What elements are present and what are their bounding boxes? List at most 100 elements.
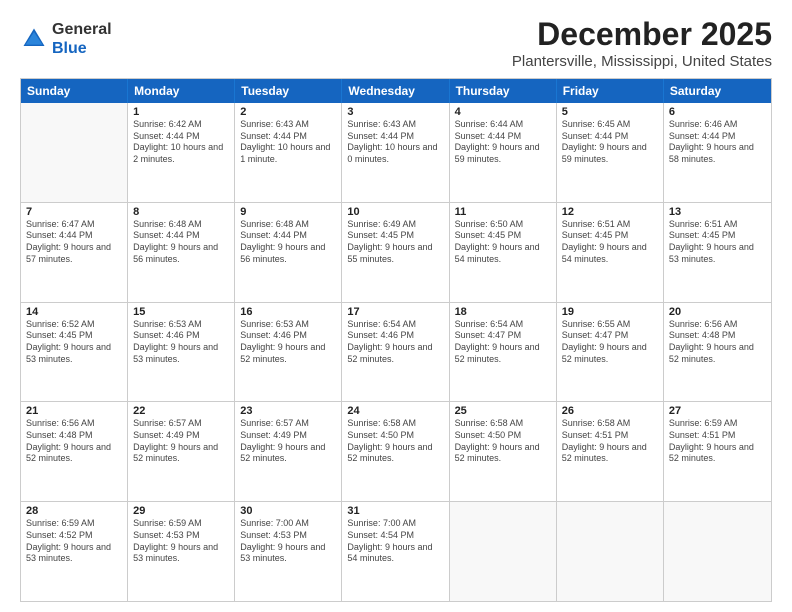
cell-day-number: 29 xyxy=(133,505,229,517)
cell-day-number: 1 xyxy=(133,106,229,118)
header: General Blue December 2025 Plantersville… xyxy=(20,16,772,70)
cell-info: Sunrise: 6:43 AM Sunset: 4:44 PM Dayligh… xyxy=(240,119,336,166)
logo: General Blue xyxy=(20,20,112,58)
calendar-cell: 5Sunrise: 6:45 AM Sunset: 4:44 PM Daylig… xyxy=(557,103,664,202)
cell-info: Sunrise: 6:45 AM Sunset: 4:44 PM Dayligh… xyxy=(562,119,658,166)
calendar-cell xyxy=(557,502,664,601)
cell-day-number: 7 xyxy=(26,206,122,218)
calendar-cell: 19Sunrise: 6:55 AM Sunset: 4:47 PM Dayli… xyxy=(557,303,664,402)
calendar-cell xyxy=(664,502,771,601)
calendar-cell: 28Sunrise: 6:59 AM Sunset: 4:52 PM Dayli… xyxy=(21,502,128,601)
calendar-row-1: 7Sunrise: 6:47 AM Sunset: 4:44 PM Daylig… xyxy=(21,202,771,302)
calendar-cell: 13Sunrise: 6:51 AM Sunset: 4:45 PM Dayli… xyxy=(664,203,771,302)
calendar-cell: 14Sunrise: 6:52 AM Sunset: 4:45 PM Dayli… xyxy=(21,303,128,402)
calendar-row-2: 14Sunrise: 6:52 AM Sunset: 4:45 PM Dayli… xyxy=(21,302,771,402)
header-day-wednesday: Wednesday xyxy=(342,79,449,103)
cell-day-number: 31 xyxy=(347,505,443,517)
cell-day-number: 2 xyxy=(240,106,336,118)
header-day-friday: Friday xyxy=(557,79,664,103)
cell-info: Sunrise: 6:50 AM Sunset: 4:45 PM Dayligh… xyxy=(455,219,551,266)
cell-info: Sunrise: 6:48 AM Sunset: 4:44 PM Dayligh… xyxy=(133,219,229,266)
header-day-thursday: Thursday xyxy=(450,79,557,103)
cell-info: Sunrise: 6:59 AM Sunset: 4:52 PM Dayligh… xyxy=(26,518,122,565)
cell-day-number: 8 xyxy=(133,206,229,218)
cell-info: Sunrise: 6:57 AM Sunset: 4:49 PM Dayligh… xyxy=(240,418,336,465)
cell-day-number: 16 xyxy=(240,306,336,318)
cell-day-number: 27 xyxy=(669,405,766,417)
calendar-cell: 30Sunrise: 7:00 AM Sunset: 4:53 PM Dayli… xyxy=(235,502,342,601)
header-day-saturday: Saturday xyxy=(664,79,771,103)
cell-info: Sunrise: 6:58 AM Sunset: 4:50 PM Dayligh… xyxy=(347,418,443,465)
cell-day-number: 12 xyxy=(562,206,658,218)
main-title: December 2025 xyxy=(512,16,772,53)
cell-day-number: 26 xyxy=(562,405,658,417)
calendar-cell: 11Sunrise: 6:50 AM Sunset: 4:45 PM Dayli… xyxy=(450,203,557,302)
calendar-cell: 3Sunrise: 6:43 AM Sunset: 4:44 PM Daylig… xyxy=(342,103,449,202)
calendar-cell: 4Sunrise: 6:44 AM Sunset: 4:44 PM Daylig… xyxy=(450,103,557,202)
cell-day-number: 30 xyxy=(240,505,336,517)
calendar-cell: 31Sunrise: 7:00 AM Sunset: 4:54 PM Dayli… xyxy=(342,502,449,601)
cell-info: Sunrise: 6:53 AM Sunset: 4:46 PM Dayligh… xyxy=(133,319,229,366)
cell-info: Sunrise: 6:46 AM Sunset: 4:44 PM Dayligh… xyxy=(669,119,766,166)
cell-day-number: 20 xyxy=(669,306,766,318)
calendar-body: 1Sunrise: 6:42 AM Sunset: 4:44 PM Daylig… xyxy=(21,103,771,601)
calendar-cell: 12Sunrise: 6:51 AM Sunset: 4:45 PM Dayli… xyxy=(557,203,664,302)
cell-info: Sunrise: 6:51 AM Sunset: 4:45 PM Dayligh… xyxy=(669,219,766,266)
header-day-monday: Monday xyxy=(128,79,235,103)
calendar-cell: 7Sunrise: 6:47 AM Sunset: 4:44 PM Daylig… xyxy=(21,203,128,302)
cell-info: Sunrise: 7:00 AM Sunset: 4:53 PM Dayligh… xyxy=(240,518,336,565)
calendar-row-0: 1Sunrise: 6:42 AM Sunset: 4:44 PM Daylig… xyxy=(21,103,771,202)
calendar-cell: 24Sunrise: 6:58 AM Sunset: 4:50 PM Dayli… xyxy=(342,402,449,501)
calendar-cell xyxy=(450,502,557,601)
logo-general-text: General xyxy=(52,21,112,38)
cell-info: Sunrise: 6:58 AM Sunset: 4:51 PM Dayligh… xyxy=(562,418,658,465)
calendar-cell: 22Sunrise: 6:57 AM Sunset: 4:49 PM Dayli… xyxy=(128,402,235,501)
cell-info: Sunrise: 6:59 AM Sunset: 4:51 PM Dayligh… xyxy=(669,418,766,465)
calendar-cell: 23Sunrise: 6:57 AM Sunset: 4:49 PM Dayli… xyxy=(235,402,342,501)
cell-day-number: 3 xyxy=(347,106,443,118)
calendar-cell: 29Sunrise: 6:59 AM Sunset: 4:53 PM Dayli… xyxy=(128,502,235,601)
cell-day-number: 15 xyxy=(133,306,229,318)
cell-info: Sunrise: 6:42 AM Sunset: 4:44 PM Dayligh… xyxy=(133,119,229,166)
header-day-tuesday: Tuesday xyxy=(235,79,342,103)
cell-day-number: 19 xyxy=(562,306,658,318)
cell-day-number: 10 xyxy=(347,206,443,218)
calendar-cell: 17Sunrise: 6:54 AM Sunset: 4:46 PM Dayli… xyxy=(342,303,449,402)
cell-info: Sunrise: 6:52 AM Sunset: 4:45 PM Dayligh… xyxy=(26,319,122,366)
cell-info: Sunrise: 6:55 AM Sunset: 4:47 PM Dayligh… xyxy=(562,319,658,366)
cell-info: Sunrise: 6:59 AM Sunset: 4:53 PM Dayligh… xyxy=(133,518,229,565)
calendar-header: SundayMondayTuesdayWednesdayThursdayFrid… xyxy=(21,79,771,103)
calendar-cell: 16Sunrise: 6:53 AM Sunset: 4:46 PM Dayli… xyxy=(235,303,342,402)
page: General Blue December 2025 Plantersville… xyxy=(0,0,792,612)
cell-day-number: 11 xyxy=(455,206,551,218)
cell-info: Sunrise: 6:58 AM Sunset: 4:50 PM Dayligh… xyxy=(455,418,551,465)
cell-info: Sunrise: 6:54 AM Sunset: 4:47 PM Dayligh… xyxy=(455,319,551,366)
calendar-cell: 25Sunrise: 6:58 AM Sunset: 4:50 PM Dayli… xyxy=(450,402,557,501)
cell-info: Sunrise: 6:53 AM Sunset: 4:46 PM Dayligh… xyxy=(240,319,336,366)
calendar-cell: 21Sunrise: 6:56 AM Sunset: 4:48 PM Dayli… xyxy=(21,402,128,501)
title-block: December 2025 Plantersville, Mississippi… xyxy=(512,16,772,70)
header-day-sunday: Sunday xyxy=(21,79,128,103)
cell-day-number: 9 xyxy=(240,206,336,218)
calendar-cell: 9Sunrise: 6:48 AM Sunset: 4:44 PM Daylig… xyxy=(235,203,342,302)
calendar-cell: 20Sunrise: 6:56 AM Sunset: 4:48 PM Dayli… xyxy=(664,303,771,402)
calendar-cell: 26Sunrise: 6:58 AM Sunset: 4:51 PM Dayli… xyxy=(557,402,664,501)
cell-day-number: 18 xyxy=(455,306,551,318)
calendar-cell: 10Sunrise: 6:49 AM Sunset: 4:45 PM Dayli… xyxy=(342,203,449,302)
cell-info: Sunrise: 6:43 AM Sunset: 4:44 PM Dayligh… xyxy=(347,119,443,166)
calendar-cell: 6Sunrise: 6:46 AM Sunset: 4:44 PM Daylig… xyxy=(664,103,771,202)
calendar-cell: 18Sunrise: 6:54 AM Sunset: 4:47 PM Dayli… xyxy=(450,303,557,402)
cell-day-number: 6 xyxy=(669,106,766,118)
calendar-cell: 8Sunrise: 6:48 AM Sunset: 4:44 PM Daylig… xyxy=(128,203,235,302)
calendar-cell xyxy=(21,103,128,202)
cell-info: Sunrise: 6:44 AM Sunset: 4:44 PM Dayligh… xyxy=(455,119,551,166)
subtitle: Plantersville, Mississippi, United State… xyxy=(512,53,772,70)
cell-day-number: 24 xyxy=(347,405,443,417)
calendar-cell: 2Sunrise: 6:43 AM Sunset: 4:44 PM Daylig… xyxy=(235,103,342,202)
cell-day-number: 28 xyxy=(26,505,122,517)
cell-info: Sunrise: 6:54 AM Sunset: 4:46 PM Dayligh… xyxy=(347,319,443,366)
calendar-row-4: 28Sunrise: 6:59 AM Sunset: 4:52 PM Dayli… xyxy=(21,501,771,601)
cell-info: Sunrise: 6:56 AM Sunset: 4:48 PM Dayligh… xyxy=(26,418,122,465)
cell-day-number: 13 xyxy=(669,206,766,218)
cell-day-number: 4 xyxy=(455,106,551,118)
